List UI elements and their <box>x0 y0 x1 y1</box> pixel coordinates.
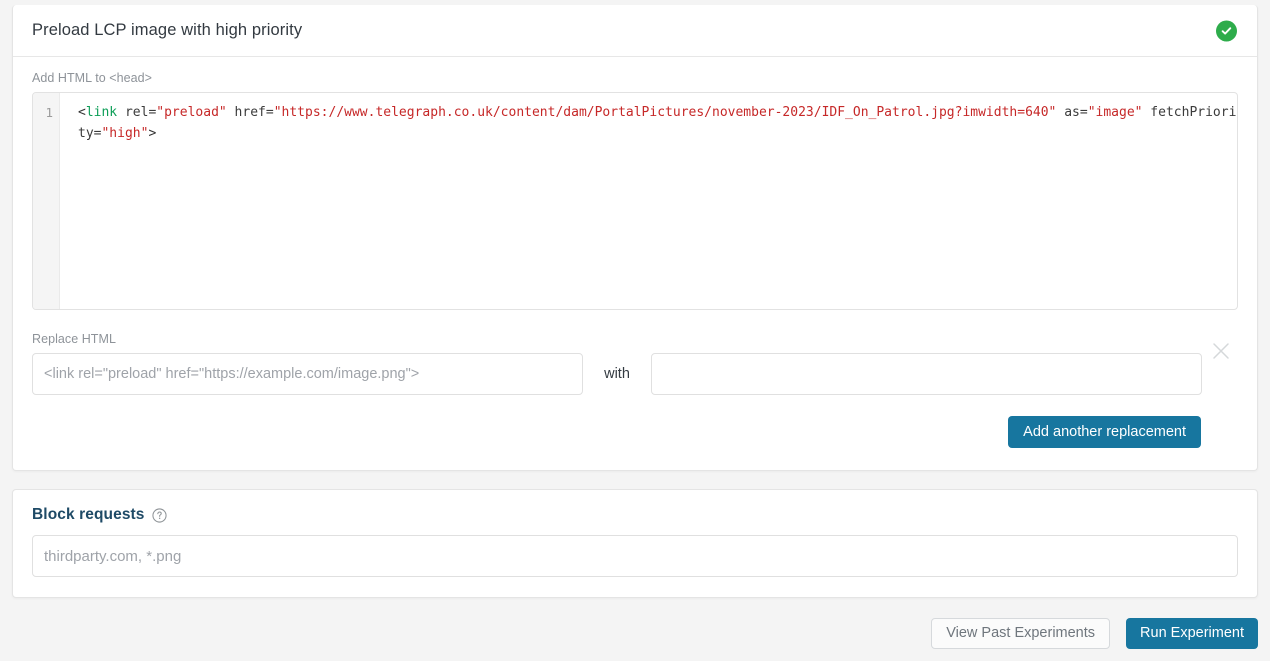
add-replacement-row: Add another replacement <box>32 416 1238 448</box>
replace-html-row: with <box>32 343 1238 395</box>
experiment-card-header: Preload LCP image with high priority <box>13 5 1257 57</box>
add-html-to-head-label: Add HTML to <head> <box>32 71 152 85</box>
experiment-config-page: Preload LCP image with high priority Add… <box>0 0 1270 661</box>
code-token-attr: rel= <box>117 105 157 120</box>
experiment-card-body: Add HTML to <head> 1 <link rel="preload"… <box>13 57 1257 448</box>
replace-with-input[interactable] <box>651 353 1202 395</box>
code-content[interactable]: <link rel="preload" href="https://www.te… <box>60 93 1237 309</box>
code-token-attr: href= <box>226 105 274 120</box>
question-mark-circle-icon[interactable] <box>151 507 167 523</box>
check-circle-icon <box>1216 20 1237 41</box>
experiment-card: Preload LCP image with high priority Add… <box>12 5 1258 471</box>
view-past-experiments-button[interactable]: View Past Experiments <box>931 618 1111 649</box>
block-requests-title-row: Block requests <box>32 506 1238 524</box>
footer-actions: View Past Experiments Run Experiment <box>931 618 1258 649</box>
with-label: with <box>604 366 630 382</box>
block-requests-input[interactable] <box>32 535 1238 577</box>
close-x-icon[interactable] <box>1210 340 1232 362</box>
replace-find-input[interactable] <box>32 353 583 395</box>
run-experiment-button[interactable]: Run Experiment <box>1126 618 1258 649</box>
code-tokens: <link rel="preload" href="https://www.te… <box>78 105 1236 141</box>
code-gutter-line-number: 1 <box>33 93 60 309</box>
block-requests-card: Block requests <box>12 489 1258 598</box>
head-html-code-editor[interactable]: 1 <link rel="preload" href="https://www.… <box>32 92 1238 310</box>
code-token-str: "preload" <box>156 105 227 120</box>
code-token-str: "image" <box>1087 105 1143 120</box>
code-token-punct: > <box>148 126 157 141</box>
code-token-str: "https://www.telegraph.co.uk/content/dam… <box>273 105 1057 120</box>
replace-html-block: Replace HTML with Add another replacemen… <box>32 332 1238 448</box>
code-token-str: "high" <box>101 126 149 141</box>
code-token-attr: as= <box>1056 105 1088 120</box>
page-title: Preload LCP image with high priority <box>32 21 303 39</box>
code-token-punct: < <box>78 105 86 120</box>
add-another-replacement-button[interactable]: Add another replacement <box>1008 416 1201 448</box>
code-token-tag: link <box>85 105 118 120</box>
block-requests-title: Block requests <box>32 506 145 523</box>
replace-html-label: Replace HTML <box>32 332 116 346</box>
